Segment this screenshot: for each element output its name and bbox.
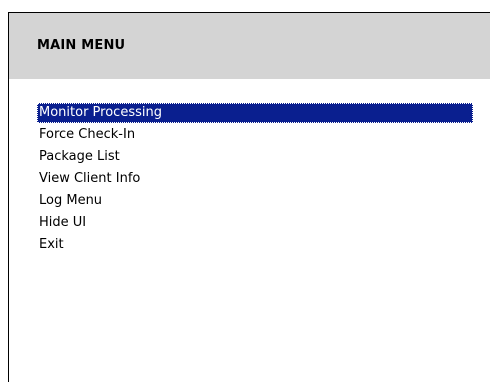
menu-item-exit[interactable]: Exit	[37, 235, 473, 255]
menu-item-log-menu[interactable]: Log Menu	[37, 191, 473, 211]
menu-item-package-list[interactable]: Package List	[37, 147, 473, 167]
header-bar: MAIN MENU	[9, 13, 490, 79]
menu-item-force-check-in[interactable]: Force Check-In	[37, 125, 473, 145]
main-menu-window: MAIN MENU Monitor Processing Force Check…	[8, 12, 490, 382]
menu-item-hide-ui[interactable]: Hide UI	[37, 213, 473, 233]
menu-item-view-client-info[interactable]: View Client Info	[37, 169, 473, 189]
page-title: MAIN MENU	[37, 38, 126, 53]
main-menu-list: Monitor Processing Force Check-In Packag…	[37, 103, 473, 257]
menu-item-monitor-processing[interactable]: Monitor Processing	[37, 103, 473, 123]
